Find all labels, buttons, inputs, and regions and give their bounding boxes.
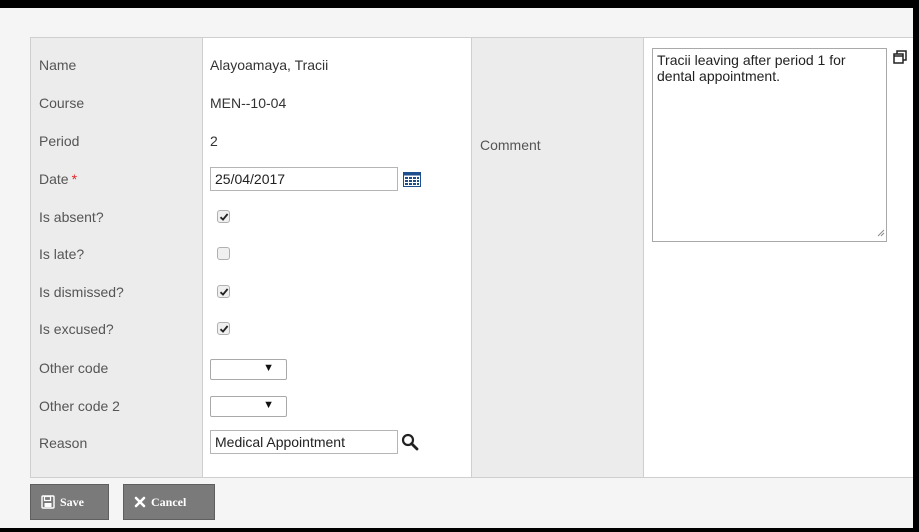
period-label: Period [39, 133, 80, 149]
chevron-down-icon: ▼ [263, 362, 274, 374]
save-button[interactable]: Save [30, 484, 109, 520]
period-value: 2 [210, 133, 218, 149]
required-marker: * [71, 171, 78, 187]
window-bottom-edge [0, 528, 919, 532]
comment-label-column: Comment [472, 38, 644, 477]
field-values-column: Alayoamaya, Tracii MEN--10-04 2 25/04/20… [203, 38, 472, 477]
other-code-select[interactable]: ▼ [210, 359, 287, 380]
is-absent-checkbox[interactable] [217, 210, 230, 223]
calendar-icon[interactable] [403, 172, 421, 190]
x-icon [134, 496, 146, 508]
cancel-button-label: Cancel [151, 494, 187, 509]
other-code-2-label: Other code 2 [39, 398, 120, 414]
search-icon[interactable] [401, 433, 419, 454]
floppy-disk-icon [41, 495, 55, 509]
save-button-label: Save [60, 494, 84, 509]
is-excused-label: Is excused? [39, 321, 114, 337]
is-late-checkbox[interactable] [217, 247, 230, 260]
attendance-edit-panel: Name Course Period Date * Is absent? Is l… [0, 8, 914, 528]
comment-text: Tracii leaving after period 1 for dental… [657, 52, 846, 84]
course-label: Course [39, 95, 85, 111]
window-top-edge [0, 0, 919, 8]
window-right-edge [913, 0, 919, 532]
comment-value-column: Tracii leaving after period 1 for dental… [644, 38, 913, 477]
checkmark-icon [219, 288, 229, 296]
reason-input[interactable]: Medical Appointment [210, 430, 398, 454]
field-labels-column: Name Course Period Date * Is absent? Is l… [31, 38, 203, 477]
name-value: Alayoamaya, Tracii [210, 57, 329, 73]
other-code-label: Other code [39, 360, 109, 376]
reason-label: Reason [39, 435, 88, 451]
date-label-text: Date [39, 171, 69, 187]
other-code-2-select[interactable]: ▼ [210, 396, 287, 417]
checkmark-icon [219, 213, 229, 221]
comment-textarea[interactable]: Tracii leaving after period 1 for dental… [652, 48, 887, 242]
date-label: Date * [39, 169, 77, 189]
is-dismissed-label: Is dismissed? [39, 284, 124, 300]
course-value: MEN--10-04 [210, 95, 287, 111]
is-excused-checkbox[interactable] [217, 322, 230, 335]
checkmark-icon [219, 325, 229, 333]
is-late-label: Is late? [39, 246, 85, 262]
attendance-form: Name Course Period Date * Is absent? Is l… [30, 37, 914, 478]
chevron-down-icon: ▼ [263, 399, 274, 411]
comment-label: Comment [480, 137, 541, 153]
expand-window-icon[interactable] [893, 50, 907, 67]
resize-grip-icon[interactable] [877, 224, 885, 240]
cancel-button[interactable]: Cancel [123, 484, 215, 520]
is-absent-label: Is absent? [39, 209, 104, 225]
name-label: Name [39, 57, 77, 73]
is-dismissed-checkbox[interactable] [217, 285, 230, 298]
date-input[interactable]: 25/04/2017 [210, 167, 398, 191]
